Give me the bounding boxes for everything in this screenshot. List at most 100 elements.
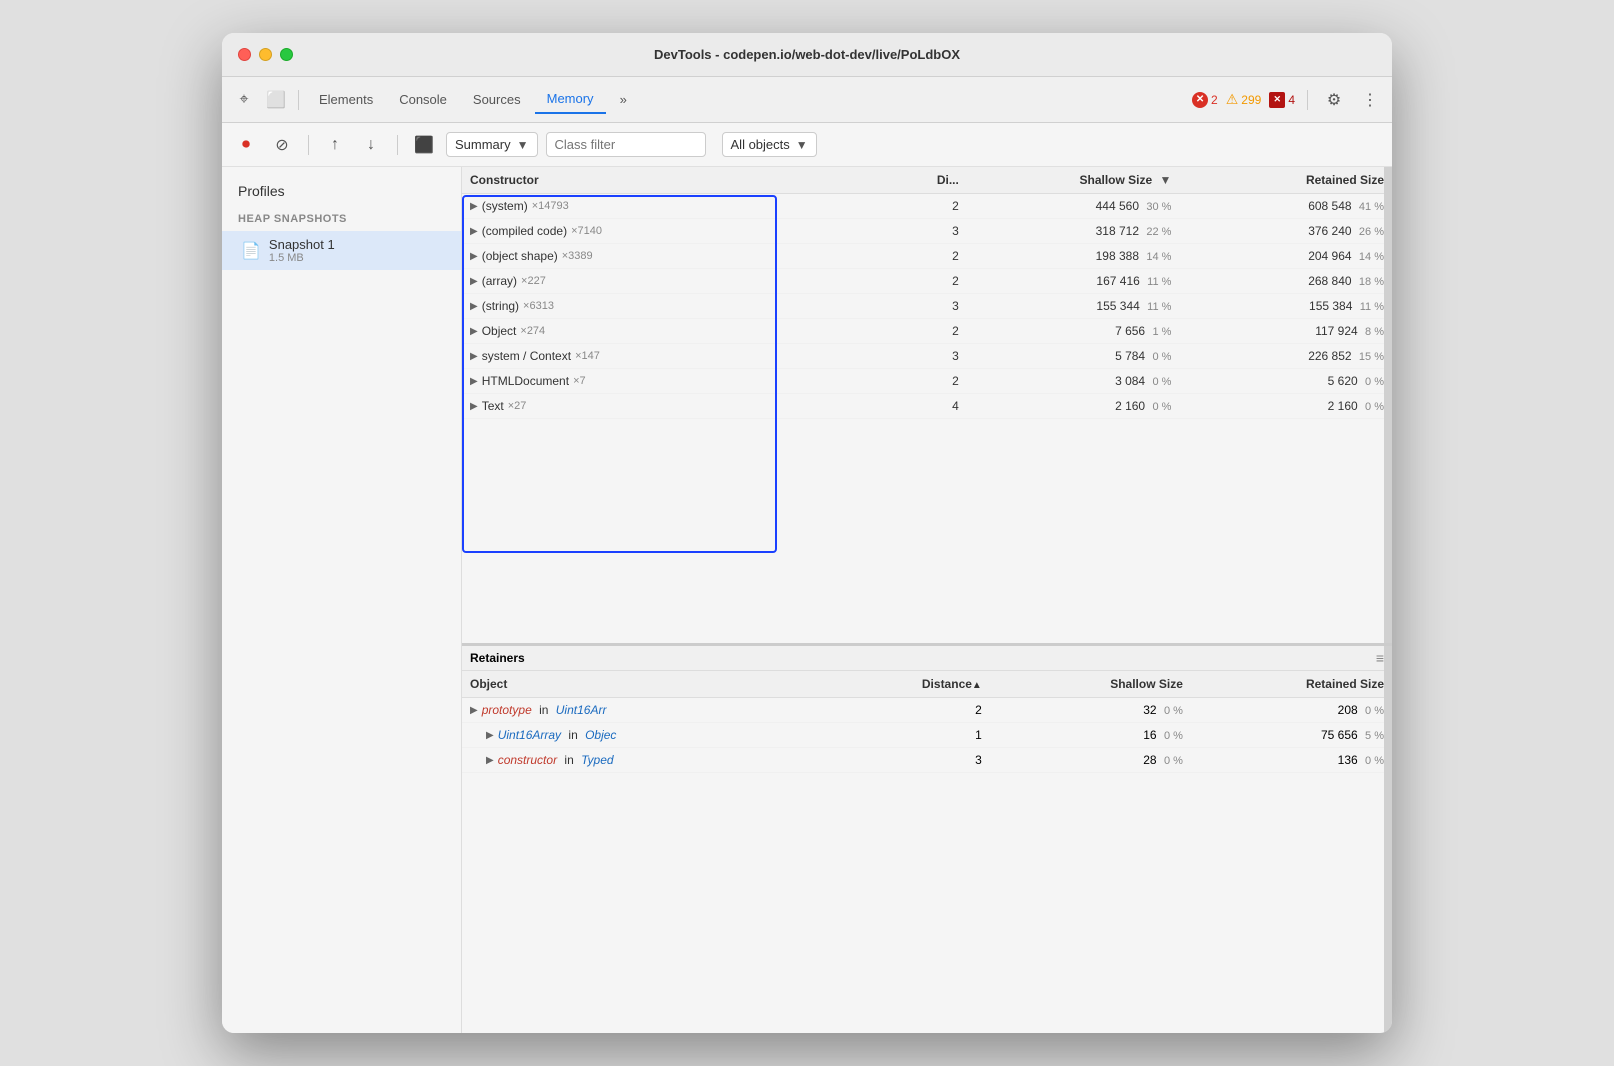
count-label: ×147 xyxy=(575,350,600,362)
object-context: Objec xyxy=(585,728,616,742)
object-name: constructor xyxy=(498,753,557,767)
toolbar-separator-1 xyxy=(298,90,299,110)
expand-arrow-icon[interactable]: ▶ xyxy=(470,326,478,337)
expand-arrow-icon[interactable]: ▶ xyxy=(470,351,478,362)
table-row[interactable]: ▶ (string) ×6313 3 155 344 11 % 155 384 … xyxy=(462,294,1392,319)
shallow-cell: 155 344 11 % xyxy=(967,294,1180,319)
tab-sources[interactable]: Sources xyxy=(461,86,533,113)
retainer-row[interactable]: ▶ prototype in Uint16Arr 2 32 0 % 208 0 … xyxy=(462,698,1392,723)
object-name: prototype xyxy=(482,703,532,717)
snapshot-name: Snapshot 1 xyxy=(269,237,335,252)
minimize-button[interactable] xyxy=(259,48,272,61)
constructor-cell: ▶ (system) ×14793 xyxy=(462,194,887,219)
retainer-col-retained: Retained Size xyxy=(1191,671,1392,698)
shallow-cell: 198 388 14 % xyxy=(967,244,1180,269)
main-area: Profiles HEAP SNAPSHOTS 📄 Snapshot 1 1.5… xyxy=(222,167,1392,1033)
stop-icon[interactable]: ⊘ xyxy=(268,131,296,159)
summary-dropdown[interactable]: Summary ▼ xyxy=(446,132,538,157)
record-icon[interactable]: ⏺ xyxy=(232,131,260,159)
tab-console[interactable]: Console xyxy=(387,86,459,113)
table-row[interactable]: ▶ system / Context ×147 3 5 784 0 % 226 … xyxy=(462,344,1392,369)
tab-elements[interactable]: Elements xyxy=(307,86,385,113)
constructor-name: HTMLDocument xyxy=(482,374,569,388)
count-label: ×7140 xyxy=(571,225,602,237)
count-label: ×227 xyxy=(521,275,546,287)
inspect-icon[interactable]: ⬜ xyxy=(262,86,290,114)
retainer-row[interactable]: ▶ constructor in Typed 3 28 0 % 136 0 % xyxy=(462,748,1392,773)
table-row[interactable]: ▶ HTMLDocument ×7 2 3 084 0 % 5 620 0 % xyxy=(462,369,1392,394)
action-separator-2 xyxy=(397,135,398,155)
error-badge-2[interactable]: ✕ 4 xyxy=(1269,92,1295,108)
retainer-scrollbar[interactable] xyxy=(1384,646,1392,1033)
action-bar: ⏺ ⊘ ↑ ↓ ⬛ Summary ▼ All objects ▼ xyxy=(222,123,1392,167)
download-icon[interactable]: ↓ xyxy=(357,131,385,159)
error-badge[interactable]: ✕ 2 xyxy=(1192,92,1218,108)
expand-arrow-icon[interactable]: ▶ xyxy=(470,301,478,312)
tab-more[interactable]: » xyxy=(608,86,639,113)
toolbar: ⌖ ⬜ Elements Console Sources Memory » ✕ … xyxy=(222,77,1392,123)
retainer-row[interactable]: ▶ Uint16Array in Objec 1 16 0 % 75 656 5… xyxy=(462,723,1392,748)
table-row[interactable]: ▶ Text ×27 4 2 160 0 % 2 160 0 % xyxy=(462,394,1392,419)
retainer-shallow-cell: 28 0 % xyxy=(990,748,1191,773)
col-shallow[interactable]: Shallow Size ▼ xyxy=(967,167,1180,194)
more-icon[interactable]: ⋮ xyxy=(1356,86,1384,114)
retainer-table: Object Distance▲ Shallow Size Retained S… xyxy=(462,671,1392,773)
retainer-label: Retainers xyxy=(470,651,525,665)
expand-arrow-icon[interactable]: ▶ xyxy=(470,276,478,287)
expand-arrow-icon[interactable]: ▶ xyxy=(470,226,478,237)
snapshot-info: Snapshot 1 1.5 MB xyxy=(269,237,335,264)
sort-arrow-icon: ▼ xyxy=(1160,173,1172,187)
snapshot-item[interactable]: 📄 Snapshot 1 1.5 MB xyxy=(222,231,461,270)
retained-cell: 155 384 11 % xyxy=(1179,294,1392,319)
tab-bar: Elements Console Sources Memory » xyxy=(307,85,639,114)
expand-arrow-icon[interactable]: ▶ xyxy=(470,201,478,212)
collect-icon[interactable]: ⬛ xyxy=(410,131,438,159)
expand-arrow-icon[interactable]: ▶ xyxy=(470,705,478,716)
table-row[interactable]: ▶ Object ×274 2 7 656 1 % 117 924 8 % xyxy=(462,319,1392,344)
constructor-name: (object shape) xyxy=(482,249,558,263)
retainer-distance-cell: 1 xyxy=(864,723,990,748)
distance-cell: 4 xyxy=(887,394,967,419)
vertical-scrollbar[interactable] xyxy=(1384,167,1392,643)
class-filter-input[interactable] xyxy=(546,132,706,157)
maximize-button[interactable] xyxy=(280,48,293,61)
constructor-cell: ▶ HTMLDocument ×7 xyxy=(462,369,887,394)
expand-arrow-icon[interactable]: ▶ xyxy=(470,376,478,387)
retainer-distance-cell: 2 xyxy=(864,698,990,723)
close-button[interactable] xyxy=(238,48,251,61)
upload-icon[interactable]: ↑ xyxy=(321,131,349,159)
distance-cell: 3 xyxy=(887,294,967,319)
heap-snapshots-title: HEAP SNAPSHOTS xyxy=(222,207,461,231)
all-objects-dropdown[interactable]: All objects ▼ xyxy=(722,132,817,157)
retainer-col-distance[interactable]: Distance▲ xyxy=(864,671,990,698)
shallow-cell: 3 084 0 % xyxy=(967,369,1180,394)
constructor-cell: ▶ Object ×274 xyxy=(462,319,887,344)
table-row[interactable]: ▶ (array) ×227 2 167 416 11 % 268 840 18… xyxy=(462,269,1392,294)
count-label: ×7 xyxy=(573,375,586,387)
expand-arrow-icon[interactable]: ▶ xyxy=(486,730,494,741)
count-label: ×14793 xyxy=(532,200,569,212)
error2-icon: ✕ xyxy=(1269,92,1285,108)
constructor-name: (system) xyxy=(482,199,528,213)
traffic-lights xyxy=(238,48,293,61)
pointer-icon[interactable]: ⌖ xyxy=(230,86,258,114)
sort-up-icon: ▲ xyxy=(972,680,982,691)
retained-cell: 5 620 0 % xyxy=(1179,369,1392,394)
expand-arrow-icon[interactable]: ▶ xyxy=(470,401,478,412)
heap-table: Constructor Di... Shallow Size ▼ Retaine… xyxy=(462,167,1392,419)
table-row[interactable]: ▶ (system) ×14793 2 444 560 30 % 608 548… xyxy=(462,194,1392,219)
expand-arrow-icon[interactable]: ▶ xyxy=(470,251,478,262)
expand-arrow-icon[interactable]: ▶ xyxy=(486,755,494,766)
devtools-window: DevTools - codepen.io/web-dot-dev/live/P… xyxy=(222,33,1392,1033)
tab-memory[interactable]: Memory xyxy=(535,85,606,114)
retainer-col-object: Object xyxy=(462,671,864,698)
constructor-name: (array) xyxy=(482,274,517,288)
table-row[interactable]: ▶ (compiled code) ×7140 3 318 712 22 % 3… xyxy=(462,219,1392,244)
toolbar-right: ✕ 2 ⚠ 299 ✕ 4 ⚙ ⋮ xyxy=(1192,86,1384,114)
warning-badge[interactable]: ⚠ 299 xyxy=(1226,91,1262,108)
settings-icon[interactable]: ⚙ xyxy=(1320,86,1348,114)
table-row[interactable]: ▶ (object shape) ×3389 2 198 388 14 % 20… xyxy=(462,244,1392,269)
constructor-name: system / Context xyxy=(482,349,571,363)
shallow-cell: 7 656 1 % xyxy=(967,319,1180,344)
retainer-object-cell: ▶ Uint16Array in Objec xyxy=(462,723,864,748)
